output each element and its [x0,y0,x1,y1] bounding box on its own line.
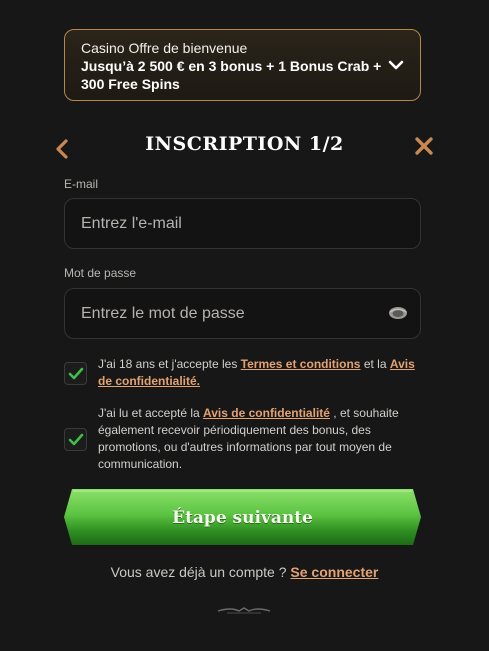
next-step-label: Étape suivante [172,508,313,528]
terms-link[interactable]: Termes et conditions [241,357,361,371]
login-link[interactable]: Se connecter [290,564,378,580]
privacy-link-2[interactable]: Avis de confidentialité [203,406,330,420]
next-step-button[interactable]: Étape suivante [64,489,421,545]
email-label: E-mail [64,177,99,191]
bonus-description: Jusqu’à 2 500 € en 3 bonus + 1 Bonus Cra… [81,58,382,92]
welcome-bonus-banner[interactable]: Casino Offre de bienvenue Jusqu’à 2 500 … [64,29,421,101]
close-icon[interactable] [413,135,435,157]
chevron-down-icon[interactable] [388,59,404,71]
email-input[interactable] [64,198,421,249]
login-prompt: Vous avez déjà un compte ? Se connecter [0,564,489,580]
marketing-consent-text: J'ai lu et accepté la Avis de confidenti… [98,405,423,473]
bonus-title: Casino Offre de bienvenue [81,40,248,56]
eye-icon[interactable] [388,306,408,320]
marketing-checkbox[interactable] [64,428,87,451]
terms-checkbox[interactable] [64,362,87,385]
login-prompt-text: Vous avez déjà un compte ? [110,564,291,580]
check-icon [68,367,84,380]
consent2-text-before: J'ai lu et accepté la [98,406,204,420]
password-label: Mot de passe [64,266,137,280]
terms-consent-text: J'ai 18 ans et j'accepte les Termes et c… [98,356,423,390]
consent1-text-before: J'ai 18 ans et j'accepte les [98,357,241,371]
password-input[interactable] [64,288,421,339]
check-icon [68,433,84,446]
ornament-divider-icon [217,607,271,614]
consent1-text-middle: et la [360,357,390,371]
